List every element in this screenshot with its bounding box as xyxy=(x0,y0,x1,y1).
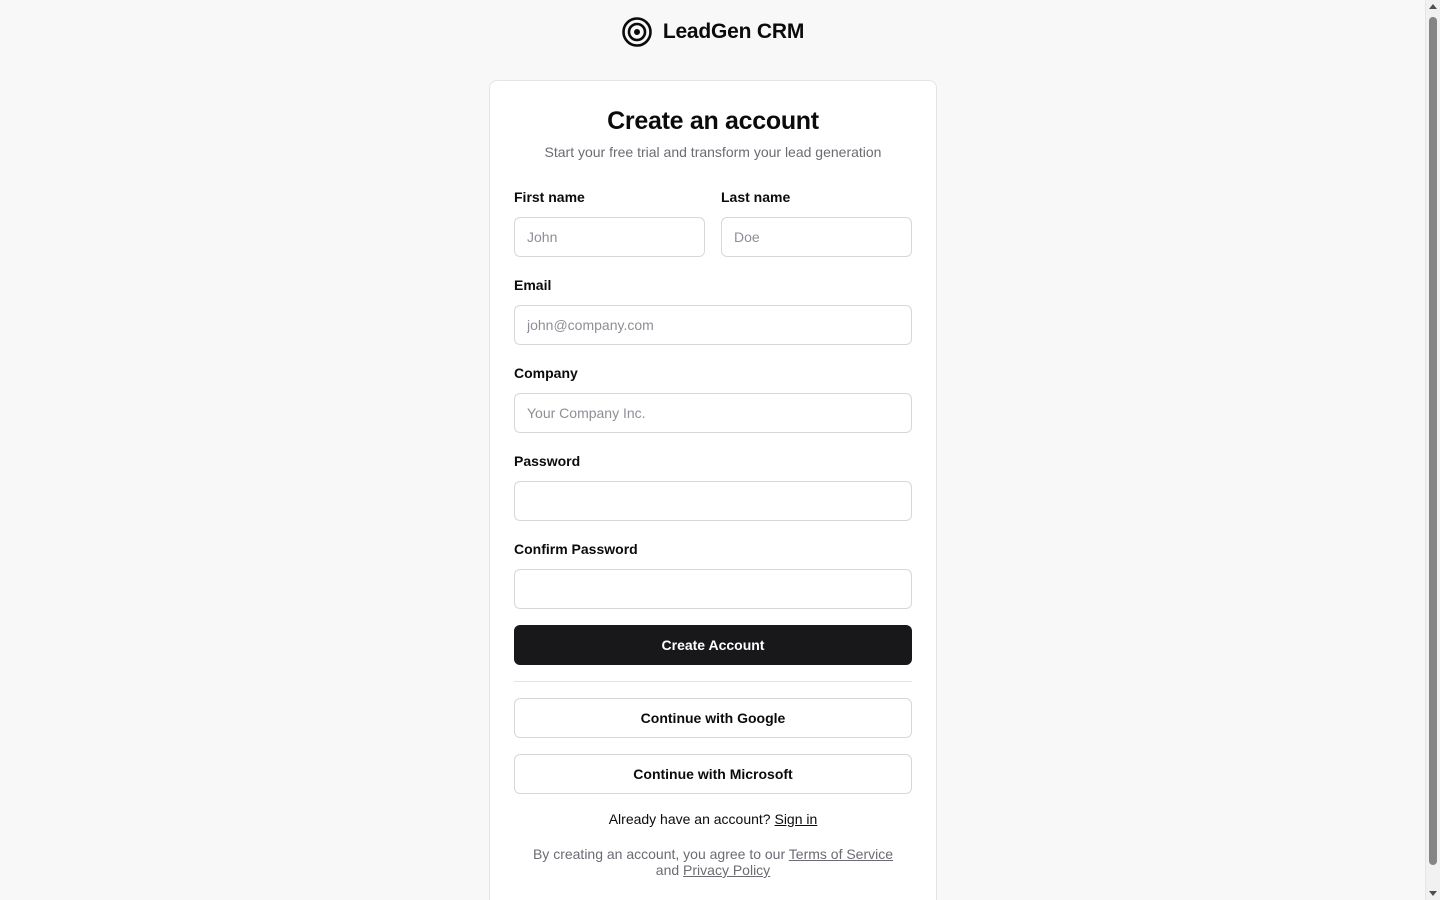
privacy-link[interactable]: Privacy Policy xyxy=(683,862,770,878)
password-label: Password xyxy=(514,453,581,469)
page-title: Create an account xyxy=(607,107,819,135)
email-label: Email xyxy=(514,277,552,293)
signin-link[interactable]: Sign in xyxy=(774,811,817,827)
confirm-password-input[interactable] xyxy=(514,569,912,609)
legal-prefix: By creating an account, you agree to our xyxy=(532,846,786,862)
signup-page: LeadGen CRM Create an account Start your… xyxy=(0,0,1425,900)
legal-and: and xyxy=(655,862,680,878)
signin-prompt: Already have an account? Sign in xyxy=(514,811,912,827)
last-name-label: Last name xyxy=(721,189,791,205)
vertical-scrollbar[interactable] xyxy=(1425,0,1440,900)
first-name-label: First name xyxy=(514,189,585,205)
first-name-input[interactable] xyxy=(514,217,705,257)
google-signin-button[interactable]: Continue with Google xyxy=(514,698,912,738)
brand-name: LeadGen CRM xyxy=(662,20,805,43)
signin-prompt-text: Already have an account? xyxy=(608,811,771,827)
terms-link[interactable]: Terms of Service xyxy=(789,846,893,862)
last-name-input[interactable] xyxy=(721,217,912,257)
brand-header: LeadGen CRM xyxy=(0,16,1425,48)
create-account-button[interactable]: Create Account xyxy=(514,625,912,665)
page-subtitle: Start your free trial and transform your… xyxy=(544,144,882,160)
target-icon xyxy=(622,17,652,47)
company-label: Company xyxy=(514,365,578,381)
scroll-down-arrow-icon[interactable] xyxy=(1429,891,1437,896)
confirm-password-label: Confirm Password xyxy=(514,541,638,557)
scroll-up-arrow-icon[interactable] xyxy=(1429,4,1437,9)
divider xyxy=(514,681,912,682)
legal-notice: By creating an account, you agree to our… xyxy=(514,846,912,878)
email-input[interactable] xyxy=(514,305,912,345)
microsoft-signin-button[interactable]: Continue with Microsoft xyxy=(514,754,912,794)
signup-card: Create an account Start your free trial … xyxy=(489,80,937,900)
scrollbar-thumb[interactable] xyxy=(1429,17,1437,865)
password-input[interactable] xyxy=(514,481,912,521)
company-input[interactable] xyxy=(514,393,912,433)
